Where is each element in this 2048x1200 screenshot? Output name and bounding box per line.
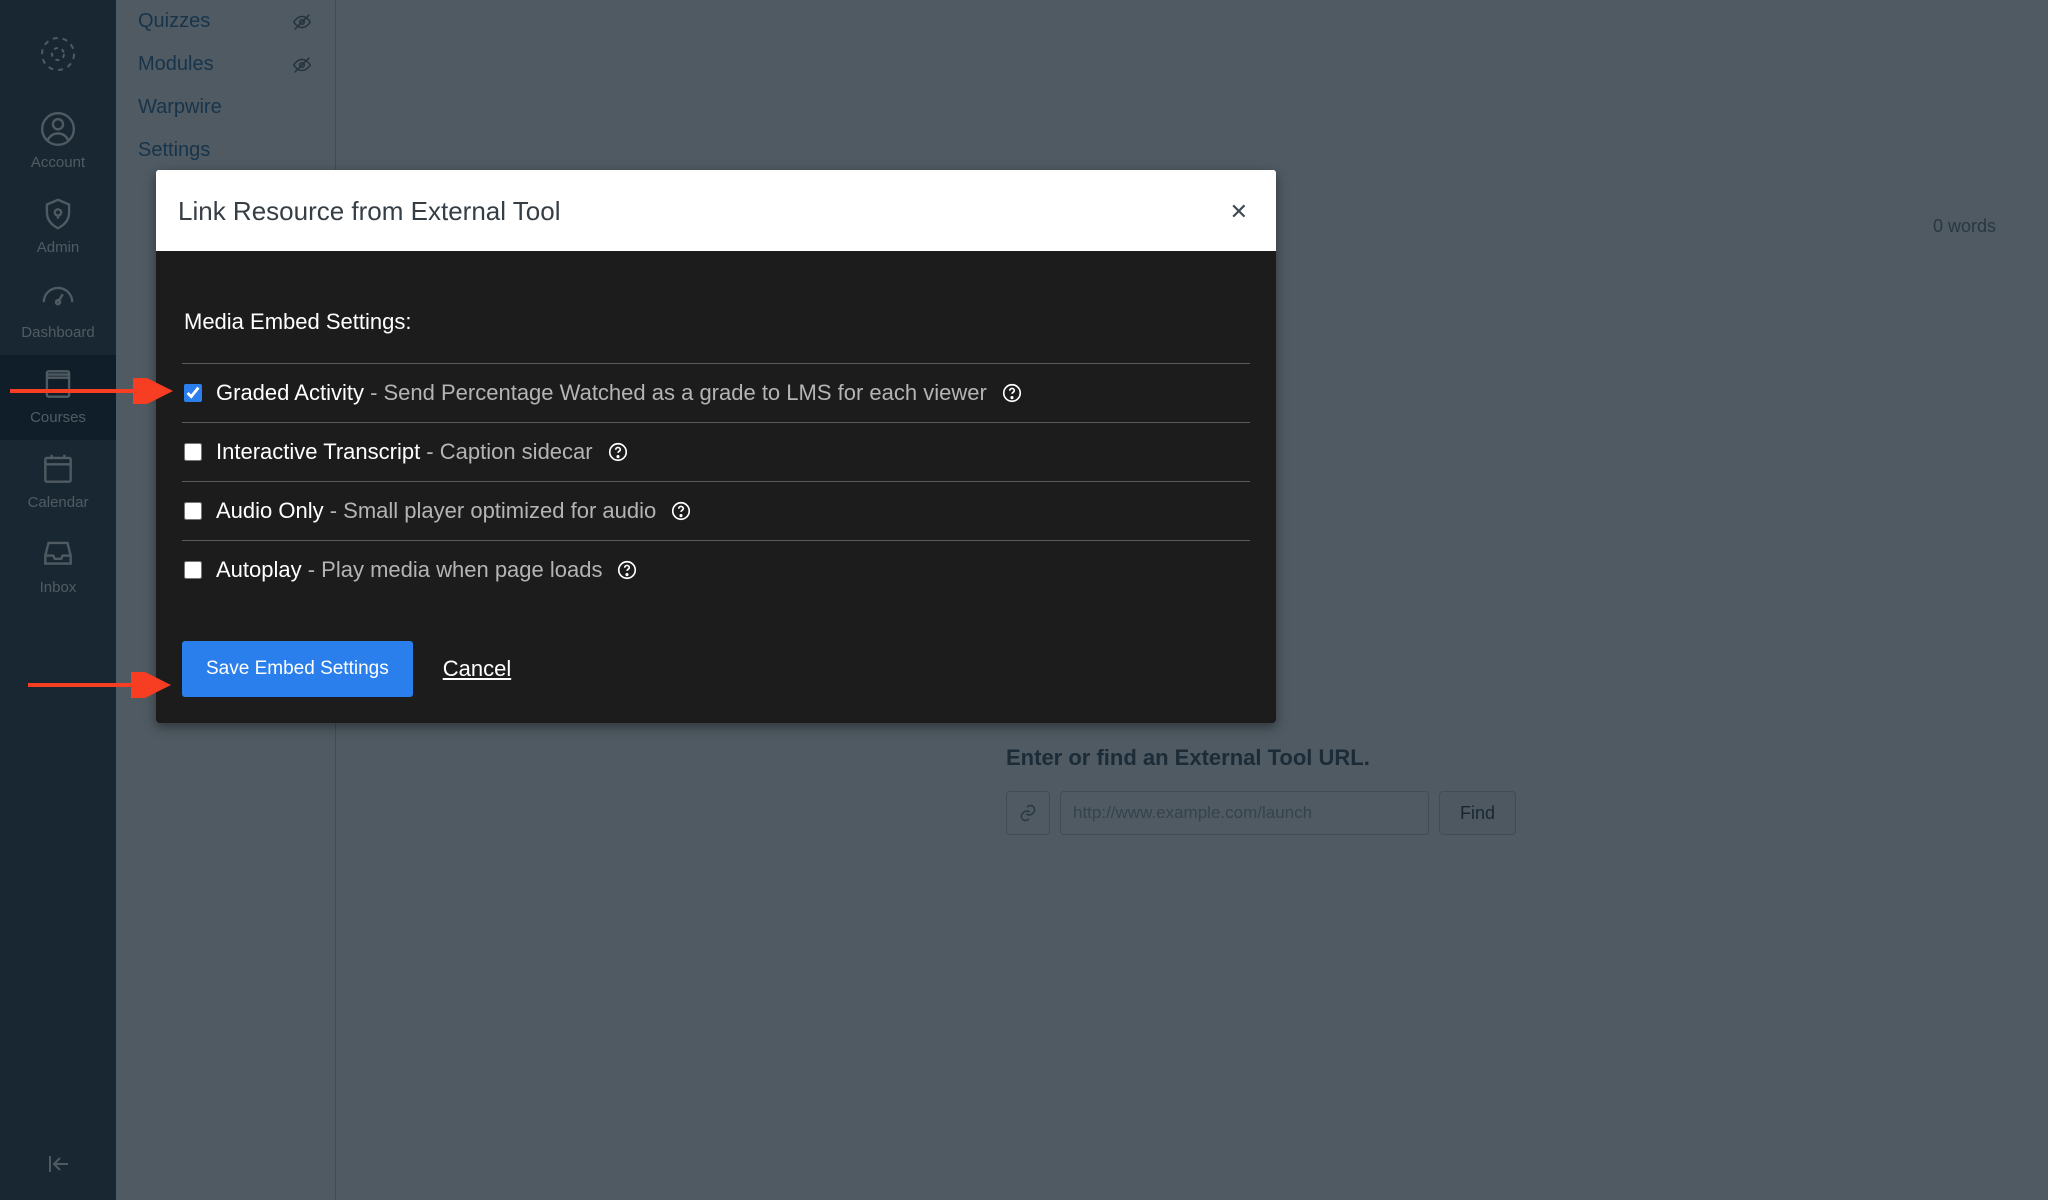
- modal-header: Link Resource from External Tool ✕: [156, 170, 1276, 251]
- setting-desc: - Small player optimized for audio: [324, 498, 657, 523]
- setting-title: Autoplay: [216, 557, 302, 582]
- graded-activity-checkbox[interactable]: [184, 384, 202, 402]
- setting-title: Graded Activity: [216, 380, 364, 405]
- modal-section-heading: Media Embed Settings:: [184, 309, 1250, 335]
- cancel-button[interactable]: Cancel: [443, 656, 511, 682]
- close-icon[interactable]: ✕: [1230, 201, 1248, 223]
- setting-interactive-transcript: Interactive Transcript - Caption sidecar: [182, 422, 1250, 481]
- help-icon[interactable]: [607, 441, 629, 463]
- save-embed-settings-button[interactable]: Save Embed Settings: [182, 641, 413, 697]
- setting-audio-only: Audio Only - Small player optimized for …: [182, 481, 1250, 540]
- link-resource-modal: Link Resource from External Tool ✕ Media…: [156, 170, 1276, 723]
- setting-desc: - Send Percentage Watched as a grade to …: [364, 380, 987, 405]
- help-icon[interactable]: [1001, 382, 1023, 404]
- modal-body: Media Embed Settings: Graded Activity - …: [156, 251, 1276, 723]
- audio-only-checkbox[interactable]: [184, 502, 202, 520]
- interactive-transcript-checkbox[interactable]: [184, 443, 202, 461]
- modal-title: Link Resource from External Tool: [178, 196, 560, 227]
- modal-actions: Save Embed Settings Cancel: [182, 641, 1250, 697]
- setting-graded-activity: Graded Activity - Send Percentage Watche…: [182, 363, 1250, 422]
- autoplay-checkbox[interactable]: [184, 561, 202, 579]
- setting-desc: - Play media when page loads: [302, 557, 603, 582]
- setting-title: Interactive Transcript: [216, 439, 420, 464]
- help-icon[interactable]: [616, 559, 638, 581]
- setting-autoplay: Autoplay - Play media when page loads: [182, 540, 1250, 599]
- help-icon[interactable]: [670, 500, 692, 522]
- setting-desc: - Caption sidecar: [420, 439, 592, 464]
- annotation-arrow: [10, 378, 180, 404]
- setting-title: Audio Only: [216, 498, 324, 523]
- annotation-arrow: [28, 672, 178, 698]
